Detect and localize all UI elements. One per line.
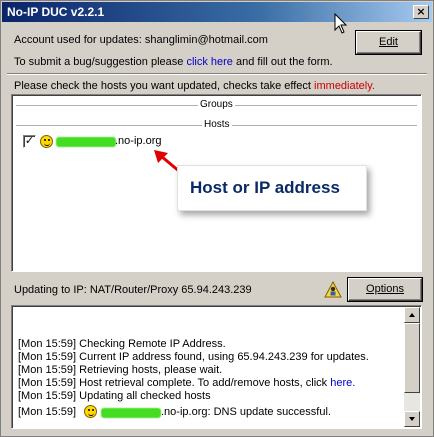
- hosts-label: Hosts: [202, 119, 232, 130]
- host-domain: .no-ip.org: [115, 135, 162, 147]
- log-line-text: [Mon 15:59]: [18, 406, 77, 418]
- person-icon[interactable]: [324, 281, 342, 299]
- cursor-arrow-icon: [334, 13, 348, 34]
- add-remove-hosts-link[interactable]: here.: [330, 377, 355, 389]
- account-row: Account used for updates: shanglimin@hot…: [14, 34, 268, 46]
- hosts-instructions-emphasis: immediately.: [314, 80, 375, 92]
- edit-button[interactable]: Edit: [355, 30, 422, 55]
- log-line: [Mon 15:59]: [18, 406, 76, 418]
- log-line: [Mon 15:59] Current IP address found, us…: [18, 351, 369, 363]
- annotation-callout: Host or IP address: [177, 165, 367, 211]
- redacted-hostname: [101, 408, 161, 418]
- scroll-down-icon: [409, 417, 415, 421]
- options-button[interactable]: Options: [347, 277, 423, 302]
- close-icon: ×: [416, 5, 426, 18]
- log-line: [Mon 15:59] Updating all checked hosts: [18, 390, 211, 402]
- window-title: No-IP DUC v2.2.1: [7, 5, 105, 19]
- hosts-instructions-text: Please check the hosts you want updated,…: [14, 80, 311, 92]
- account-email: shanglimin@hotmail.com: [144, 34, 268, 46]
- log-line: [Mon 15:59] Host retrieval complete. To …: [18, 377, 355, 389]
- hosts-instructions: Please check the hosts you want updated,…: [14, 80, 375, 92]
- scroll-thumb[interactable]: [404, 323, 420, 393]
- smiley-icon: [84, 405, 97, 418]
- groups-label: Groups: [198, 99, 235, 110]
- scroll-up-button[interactable]: [404, 307, 420, 323]
- redacted-hostname: [56, 137, 116, 147]
- section-divider: [7, 73, 427, 75]
- close-button[interactable]: ×: [413, 5, 429, 19]
- log-line: [Mon 15:59] Retrieving hosts, please wai…: [18, 364, 223, 376]
- host-checkbox[interactable]: ✓: [23, 135, 36, 148]
- smiley-icon: [40, 135, 53, 148]
- log-line-text: [Mon 15:59] Host retrieval complete. To …: [18, 377, 328, 389]
- edit-button-label: Edit: [379, 36, 398, 48]
- scroll-up-icon: [409, 313, 415, 317]
- scroll-down-button[interactable]: [404, 411, 420, 427]
- log-line: [Mon 15:59] Checking Remote IP Address.: [18, 338, 226, 350]
- log-panel[interactable]: [Mon 15:59] Checking Remote IP Address. …: [11, 305, 422, 429]
- noip-duc-window: No-IP DUC v2.2.1 × Account used for upda…: [0, 0, 434, 437]
- title-bar[interactable]: No-IP DUC v2.2.1 ×: [2, 2, 432, 22]
- callout-text: Host or IP address: [190, 178, 340, 197]
- bug-report-row: To submit a bug/suggestion please click …: [14, 56, 333, 68]
- bug-prefix: To submit a bug/suggestion please: [14, 56, 184, 68]
- log-line-suffix: .no-ip.org: DNS update successful.: [161, 406, 331, 418]
- update-ip-status: Updating to IP: NAT/Router/Proxy 65.94.2…: [14, 284, 252, 296]
- bug-report-link[interactable]: click here: [186, 56, 232, 68]
- account-label: Account used for updates:: [14, 34, 142, 46]
- options-button-label: Options: [366, 283, 404, 295]
- log-scrollbar[interactable]: [404, 307, 420, 427]
- bug-suffix: and fill out the form.: [235, 56, 333, 68]
